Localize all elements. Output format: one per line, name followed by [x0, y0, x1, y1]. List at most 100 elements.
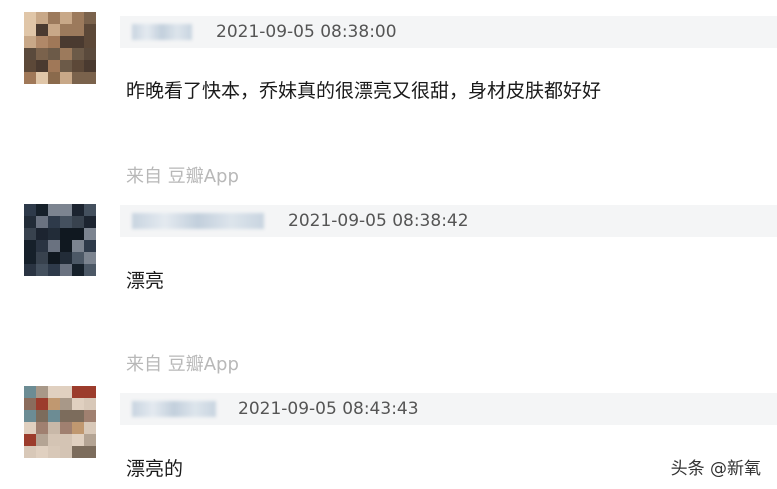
avatar-pixel: [36, 252, 48, 264]
avatar-pixel: [36, 446, 48, 458]
avatar-pixel: [48, 228, 60, 240]
avatar-pixel: [60, 446, 72, 458]
avatar-pixel: [60, 72, 72, 84]
avatar-pixel: [72, 60, 84, 72]
avatar-pixel: [60, 60, 72, 72]
avatar-pixel: [84, 228, 96, 240]
avatar-pixel: [84, 434, 96, 446]
avatar-pixel: [84, 60, 96, 72]
avatar-pixel: [72, 216, 84, 228]
avatar-pixel: [36, 410, 48, 422]
avatar-pixel: [72, 204, 84, 216]
avatar-pixel: [84, 252, 96, 264]
avatar-pixel: [84, 24, 96, 36]
avatar-pixel: [24, 216, 36, 228]
user-avatar[interactable]: [24, 204, 96, 276]
avatar-pixel: [24, 24, 36, 36]
avatar-pixel: [24, 72, 36, 84]
avatar-pixel: [84, 216, 96, 228]
user-avatar[interactable]: [24, 386, 96, 458]
avatar-pixel: [48, 204, 60, 216]
avatar-pixel: [36, 204, 48, 216]
avatar-pixel: [60, 386, 72, 398]
avatar-pixel: [48, 12, 60, 24]
avatar-pixel: [60, 36, 72, 48]
comment-header: 2021-09-05 08:43:43: [120, 393, 777, 425]
avatar-pixel: [24, 204, 36, 216]
avatar-pixel: [48, 216, 60, 228]
avatar-pixel: [48, 434, 60, 446]
comment-text: 漂亮: [126, 270, 165, 292]
username-blurred[interactable]: [132, 213, 264, 229]
avatar-pixel: [72, 240, 84, 252]
avatar-pixel: [72, 252, 84, 264]
avatar-pixel: [36, 36, 48, 48]
comment-timestamp: 2021-09-05 08:38:00: [216, 22, 397, 42]
comment-header: 2021-09-05 08:38:42: [120, 205, 777, 237]
avatar-pixel: [36, 398, 48, 410]
avatar-pixel: [72, 24, 84, 36]
avatar-pixel: [24, 252, 36, 264]
avatar-pixel: [84, 72, 96, 84]
avatar-pixel: [72, 228, 84, 240]
avatar-pixel: [60, 48, 72, 60]
avatar-pixel: [24, 446, 36, 458]
username-blurred[interactable]: [132, 401, 216, 417]
avatar-pixel: [72, 264, 84, 276]
avatar-pixel: [72, 434, 84, 446]
avatar-pixel: [36, 228, 48, 240]
avatar-pixel: [84, 398, 96, 410]
avatar-pixel: [84, 36, 96, 48]
avatar-pixel: [48, 240, 60, 252]
avatar-pixel: [24, 422, 36, 434]
avatar-pixel: [84, 264, 96, 276]
avatar-pixel: [72, 48, 84, 60]
avatar-pixel: [84, 410, 96, 422]
avatar-pixel: [60, 240, 72, 252]
comment-source: 来自 豆瓣App: [126, 354, 239, 375]
avatar-pixel: [48, 410, 60, 422]
avatar-pixel: [72, 72, 84, 84]
avatar-pixel: [84, 48, 96, 60]
avatar-pixel: [60, 204, 72, 216]
avatar-pixel: [48, 252, 60, 264]
avatar-pixel: [24, 434, 36, 446]
avatar-pixel: [24, 48, 36, 60]
avatar-pixel: [48, 24, 60, 36]
avatar-pixel: [36, 60, 48, 72]
comment-header: 2021-09-05 08:38:00: [120, 16, 777, 48]
avatar-pixel: [60, 216, 72, 228]
avatar-pixel: [84, 446, 96, 458]
avatar-pixel: [48, 72, 60, 84]
avatar-pixel: [60, 410, 72, 422]
avatar-pixel: [36, 24, 48, 36]
username-blurred[interactable]: [132, 24, 192, 40]
avatar-pixel: [60, 12, 72, 24]
avatar-pixel: [60, 252, 72, 264]
avatar-pixel: [36, 422, 48, 434]
avatar-pixel: [24, 228, 36, 240]
avatar-pixel: [24, 264, 36, 276]
avatar-pixel: [24, 36, 36, 48]
avatar-pixel: [48, 36, 60, 48]
avatar-pixel: [36, 48, 48, 60]
avatar-pixel: [72, 398, 84, 410]
watermark: 头条 @新氧: [670, 459, 761, 479]
avatar-pixel: [72, 422, 84, 434]
avatar-pixel: [72, 446, 84, 458]
avatar-pixel: [36, 434, 48, 446]
user-avatar[interactable]: [24, 12, 96, 84]
avatar-pixel: [48, 60, 60, 72]
avatar-pixel: [72, 410, 84, 422]
comment-source: 来自 豆瓣App: [126, 166, 239, 187]
avatar-pixel: [36, 12, 48, 24]
avatar-pixel: [24, 240, 36, 252]
avatar-pixel: [36, 72, 48, 84]
avatar-pixel: [48, 398, 60, 410]
avatar-pixel: [84, 12, 96, 24]
avatar-pixel: [72, 386, 84, 398]
avatar-pixel: [60, 398, 72, 410]
avatar-pixel: [24, 386, 36, 398]
comment-text: 昨晚看了快本，乔妹真的很漂亮又很甜，身材皮肤都好好: [126, 80, 602, 102]
avatar-pixel: [48, 422, 60, 434]
